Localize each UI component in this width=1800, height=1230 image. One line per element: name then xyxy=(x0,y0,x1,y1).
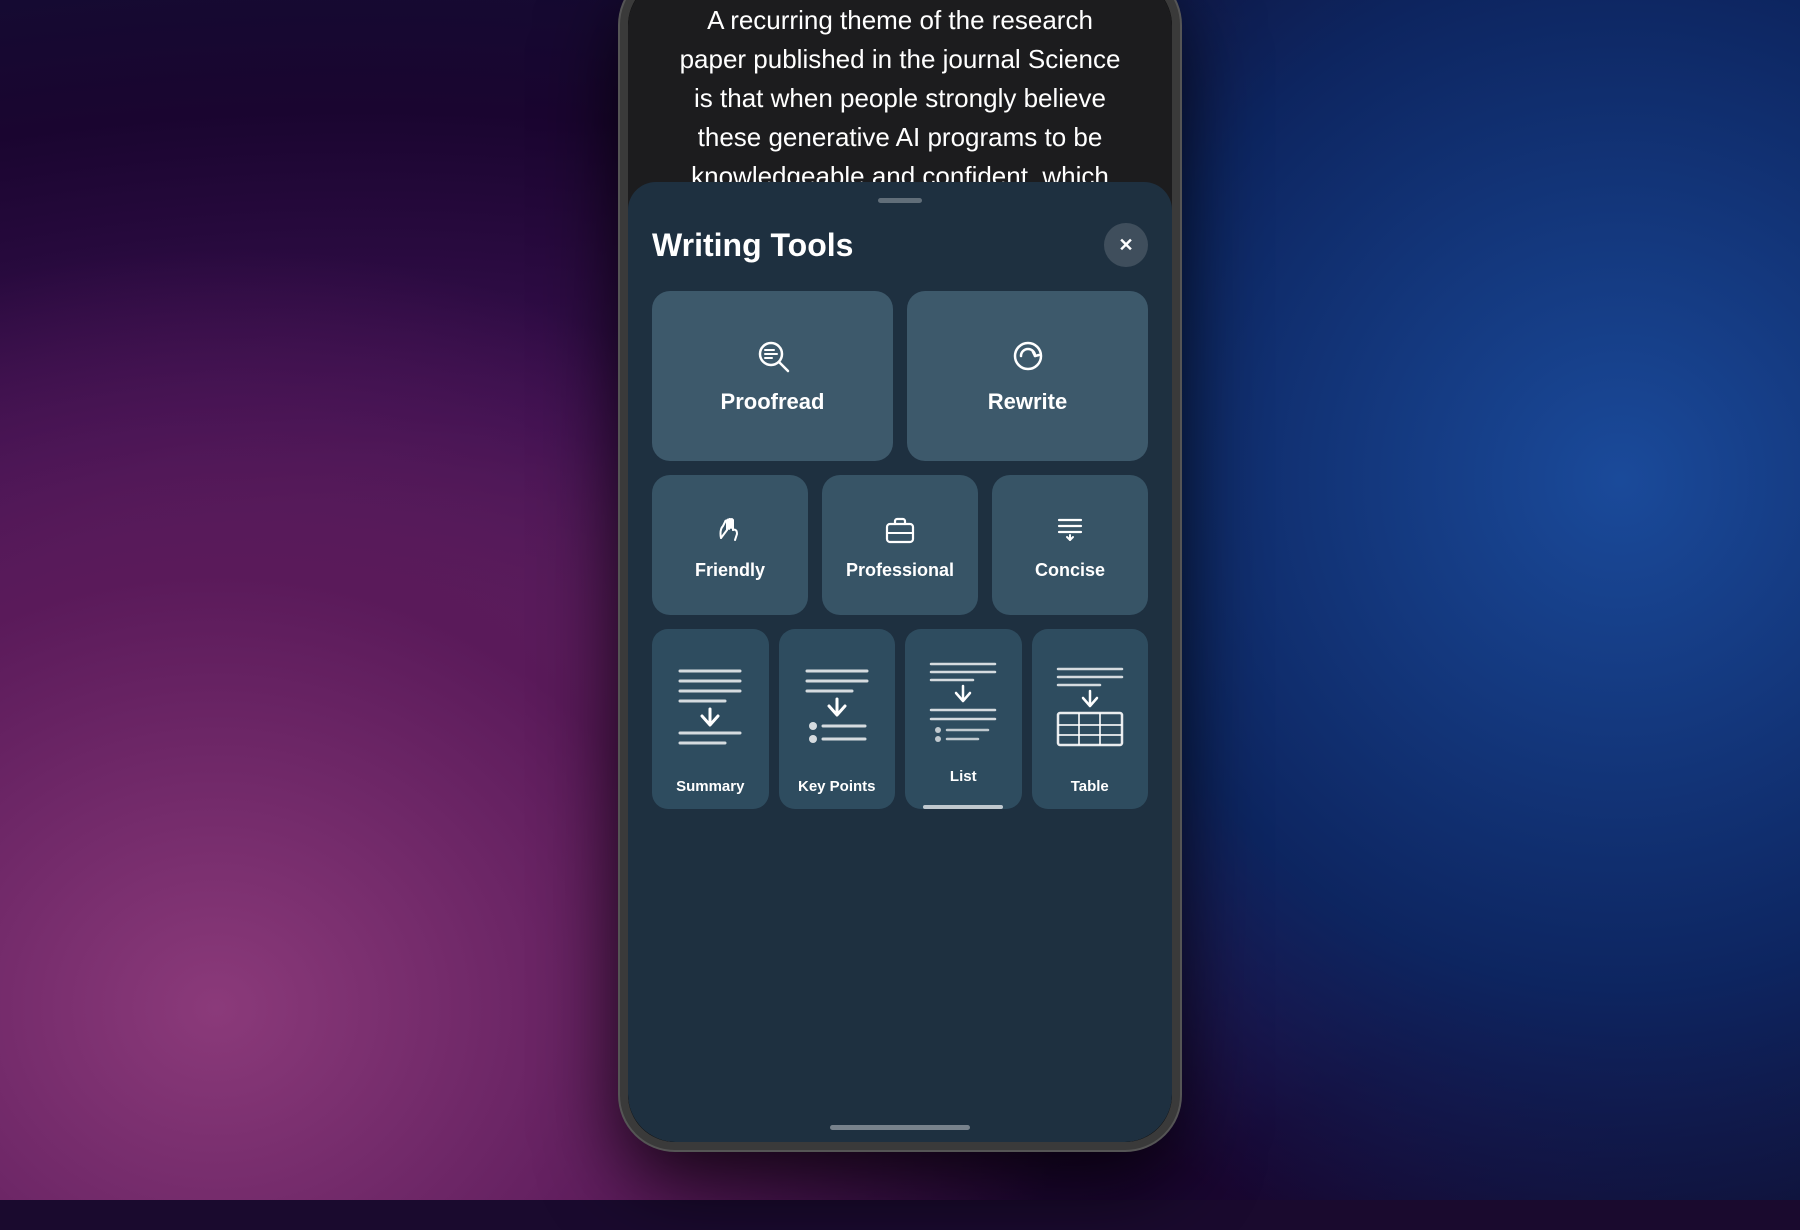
summary-icon xyxy=(662,643,759,768)
summary-label: Summary xyxy=(676,768,744,809)
close-button[interactable]: ✕ xyxy=(1104,223,1148,267)
proofread-icon xyxy=(754,337,792,375)
list-icon xyxy=(915,643,1012,758)
row-small: Summary xyxy=(652,629,1148,809)
phone-frame: A recurring theme of the research paper … xyxy=(620,0,1180,1150)
concise-button[interactable]: Concise xyxy=(992,475,1148,615)
concise-icon xyxy=(1051,510,1089,548)
phone-screen: A recurring theme of the research paper … xyxy=(628,0,1172,1142)
summary-button[interactable]: Summary xyxy=(652,629,769,809)
key-points-button[interactable]: Key Points xyxy=(779,629,896,809)
rewrite-button[interactable]: Rewrite xyxy=(907,291,1148,461)
professional-label: Professional xyxy=(846,560,954,581)
table-label: Table xyxy=(1071,768,1109,809)
proofread-button[interactable]: Proofread xyxy=(652,291,893,461)
key-points-icon xyxy=(789,643,886,768)
rewrite-icon xyxy=(1009,337,1047,375)
home-indicator xyxy=(830,1125,970,1130)
friendly-button[interactable]: Friendly xyxy=(652,475,808,615)
tools-grid: Proofread xyxy=(652,291,1148,809)
drag-handle[interactable] xyxy=(878,198,922,203)
professional-button[interactable]: Professional xyxy=(822,475,978,615)
row-large: Proofread xyxy=(652,291,1148,461)
professional-icon xyxy=(881,510,919,548)
writing-tools-sheet: Writing Tools ✕ xyxy=(628,182,1172,1142)
concise-label: Concise xyxy=(1035,560,1105,581)
sheet-header: Writing Tools ✕ xyxy=(652,223,1148,267)
friendly-icon xyxy=(711,510,749,548)
sheet-title: Writing Tools xyxy=(652,227,853,264)
list-button[interactable]: List xyxy=(905,629,1022,809)
friendly-label: Friendly xyxy=(695,560,765,581)
close-icon: ✕ xyxy=(1118,235,1133,256)
phone-wrapper: A recurring theme of the research paper … xyxy=(510,0,1290,1230)
row-medium: Friendly xyxy=(652,475,1148,615)
proofread-label: Proofread xyxy=(721,389,825,415)
table-button[interactable]: Table xyxy=(1032,629,1149,809)
list-label: List xyxy=(950,758,977,799)
table-icon xyxy=(1042,643,1139,768)
rewrite-label: Rewrite xyxy=(988,389,1067,415)
key-points-label: Key Points xyxy=(798,768,876,809)
list-active-indicator xyxy=(923,805,1003,809)
